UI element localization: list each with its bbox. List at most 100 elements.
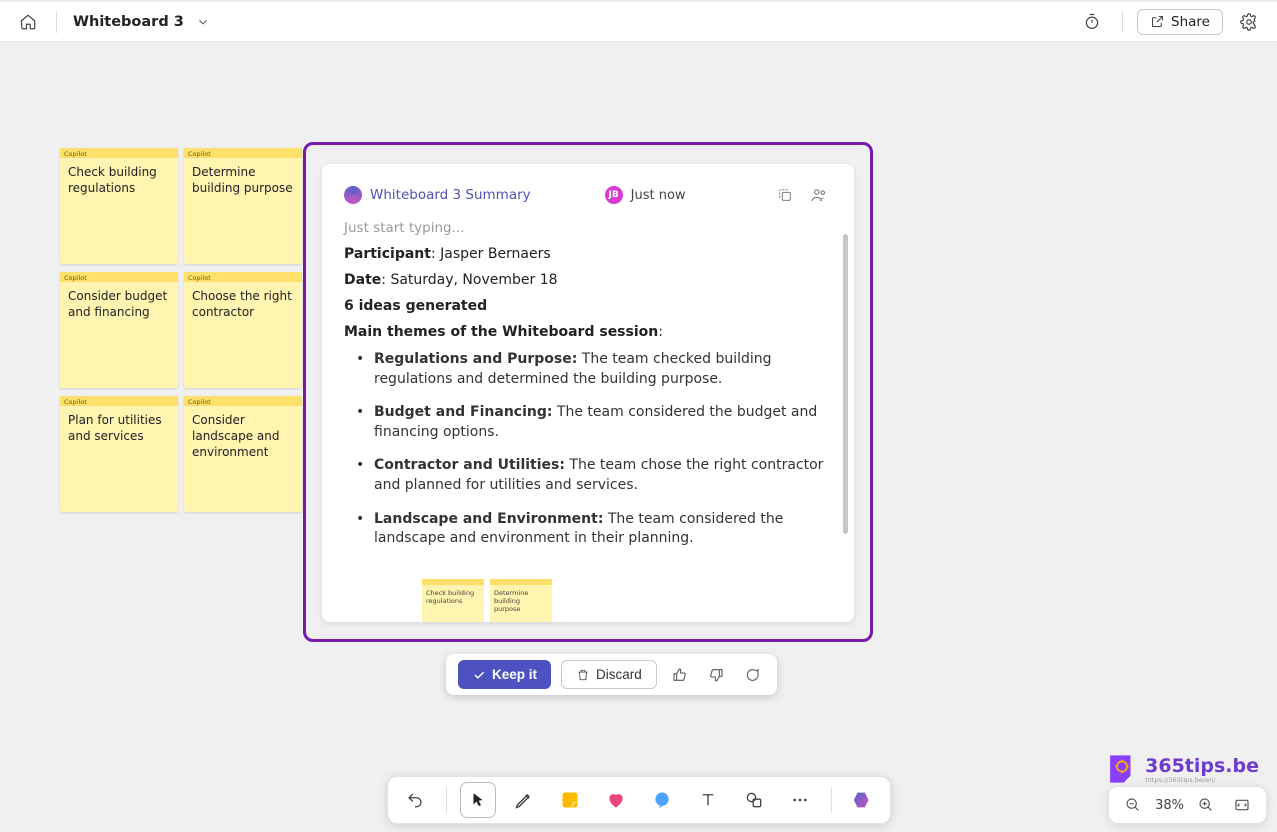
sticky-icon bbox=[560, 790, 580, 810]
sticky-note[interactable]: Copilot Consider budget and financing bbox=[60, 272, 178, 388]
people-icon bbox=[810, 186, 828, 204]
more-icon bbox=[791, 791, 809, 809]
mini-note: Check building regulations bbox=[422, 579, 484, 622]
sticky-note[interactable]: Copilot Plan for utilities and services bbox=[60, 396, 178, 512]
theme-item: Contractor and Utilities: The team chose… bbox=[348, 456, 832, 495]
pointer-tool[interactable] bbox=[461, 783, 495, 817]
copy-icon bbox=[777, 187, 793, 203]
thumbs-up-button[interactable] bbox=[667, 662, 693, 688]
thumbs-up-icon bbox=[672, 667, 688, 683]
keep-button[interactable]: Keep it bbox=[458, 660, 551, 689]
home-button[interactable] bbox=[12, 6, 44, 38]
zoom-in-icon bbox=[1198, 797, 1214, 813]
reaction-tool[interactable] bbox=[599, 783, 633, 817]
sticky-note[interactable]: Copilot Choose the right contractor bbox=[184, 272, 302, 388]
text-icon bbox=[699, 791, 717, 809]
comment-button[interactable] bbox=[739, 662, 765, 688]
discard-label: Discard bbox=[596, 667, 642, 682]
timer-icon bbox=[1083, 13, 1101, 31]
home-icon bbox=[19, 13, 37, 31]
separator bbox=[56, 11, 57, 33]
cursor-icon bbox=[469, 791, 487, 809]
timer-button[interactable] bbox=[1076, 6, 1108, 38]
share-people-button[interactable] bbox=[806, 182, 832, 208]
theme-item: Budget and Financing: The team considere… bbox=[348, 403, 832, 442]
separator bbox=[831, 787, 832, 813]
zoom-in-button[interactable] bbox=[1192, 791, 1220, 819]
copilot-icon bbox=[852, 789, 874, 811]
sticky-note[interactable]: Copilot Check building regulations bbox=[60, 148, 178, 264]
discard-button[interactable]: Discard bbox=[561, 660, 657, 689]
zoom-out-icon bbox=[1125, 797, 1141, 813]
document-title[interactable]: Whiteboard 3 bbox=[73, 14, 184, 30]
sticky-note[interactable]: Copilot Determine building purpose bbox=[184, 148, 302, 264]
gear-icon bbox=[1240, 13, 1258, 31]
share-button[interactable]: Share bbox=[1137, 9, 1223, 35]
date-value: Saturday, November 18 bbox=[390, 272, 557, 288]
undo-button[interactable] bbox=[398, 783, 432, 817]
share-label: Share bbox=[1171, 14, 1210, 30]
zoom-controls: 38% bbox=[1108, 786, 1267, 824]
watermark-icon bbox=[1105, 752, 1139, 786]
zoom-out-button[interactable] bbox=[1119, 791, 1147, 819]
note-tag: Copilot bbox=[60, 148, 178, 158]
comment-tool[interactable] bbox=[645, 783, 679, 817]
copy-button[interactable] bbox=[772, 182, 798, 208]
themes-heading: Main themes of the Whiteboard session bbox=[344, 324, 658, 340]
separator bbox=[446, 787, 447, 813]
date-label: Date bbox=[344, 272, 381, 288]
sticky-tool[interactable] bbox=[553, 783, 587, 817]
summary-timestamp: Just now bbox=[631, 188, 686, 203]
themes-list: Regulations and Purpose: The team checke… bbox=[348, 350, 832, 549]
thumbs-down-icon bbox=[708, 667, 724, 683]
note-tag: Copilot bbox=[60, 396, 178, 406]
note-tag: Copilot bbox=[184, 396, 302, 406]
top-bar: Whiteboard 3 Share bbox=[0, 2, 1277, 42]
scrollbar-thumb[interactable] bbox=[843, 234, 848, 534]
chat-icon bbox=[744, 667, 760, 683]
watermark: 365tips.be https://365tips.be/en/ bbox=[1105, 752, 1259, 786]
summary-card[interactable]: Whiteboard 3 Summary JB Just now Just st… bbox=[322, 164, 854, 622]
summary-header: Whiteboard 3 Summary JB Just now bbox=[344, 182, 832, 208]
watermark-brand: 365tips.be bbox=[1145, 755, 1259, 777]
keep-label: Keep it bbox=[492, 667, 537, 682]
ideas-generated: 6 ideas generated bbox=[344, 298, 487, 314]
theme-item: Landscape and Environment: The team cons… bbox=[348, 510, 832, 549]
share-icon bbox=[1150, 14, 1165, 29]
summary-title: Whiteboard 3 Summary bbox=[370, 187, 531, 203]
fit-screen-button[interactable] bbox=[1228, 791, 1256, 819]
participant-value: Jasper Bernaers bbox=[440, 246, 551, 262]
summary-body: Participant: Jasper Bernaers Date: Satur… bbox=[344, 246, 832, 549]
text-tool[interactable] bbox=[691, 783, 725, 817]
sticky-note[interactable]: Copilot Consider landscape and environme… bbox=[184, 396, 302, 512]
thumbs-down-button[interactable] bbox=[703, 662, 729, 688]
chat-bubble-icon bbox=[652, 790, 672, 810]
settings-button[interactable] bbox=[1233, 6, 1265, 38]
canvas[interactable]: Copilot Check building regulations Copil… bbox=[0, 42, 1277, 832]
note-tag: Copilot bbox=[184, 148, 302, 158]
mini-preview-row: Check building regulations Determine bui… bbox=[344, 579, 832, 622]
trash-icon bbox=[576, 668, 590, 682]
title-dropdown[interactable] bbox=[196, 15, 210, 29]
shapes-icon bbox=[744, 790, 764, 810]
shapes-tool[interactable] bbox=[737, 783, 771, 817]
pen-icon bbox=[514, 790, 534, 810]
mini-note: Determine building purpose bbox=[490, 579, 552, 622]
zoom-level: 38% bbox=[1155, 798, 1184, 813]
check-icon bbox=[472, 668, 486, 682]
bottom-toolbar bbox=[387, 776, 891, 824]
note-tag: Copilot bbox=[184, 272, 302, 282]
copilot-tool[interactable] bbox=[846, 783, 880, 817]
copilot-icon bbox=[344, 186, 362, 204]
heart-icon bbox=[606, 790, 626, 810]
separator bbox=[1122, 11, 1123, 33]
undo-icon bbox=[406, 791, 424, 809]
more-tools[interactable] bbox=[783, 783, 817, 817]
theme-item: Regulations and Purpose: The team checke… bbox=[348, 350, 832, 389]
typing-hint: Just start typing... bbox=[344, 220, 832, 236]
fit-icon bbox=[1234, 797, 1250, 813]
summary-actions: Keep it Discard bbox=[446, 654, 777, 695]
note-tag: Copilot bbox=[60, 272, 178, 282]
chevron-down-icon bbox=[196, 15, 210, 29]
ink-tool[interactable] bbox=[507, 783, 541, 817]
